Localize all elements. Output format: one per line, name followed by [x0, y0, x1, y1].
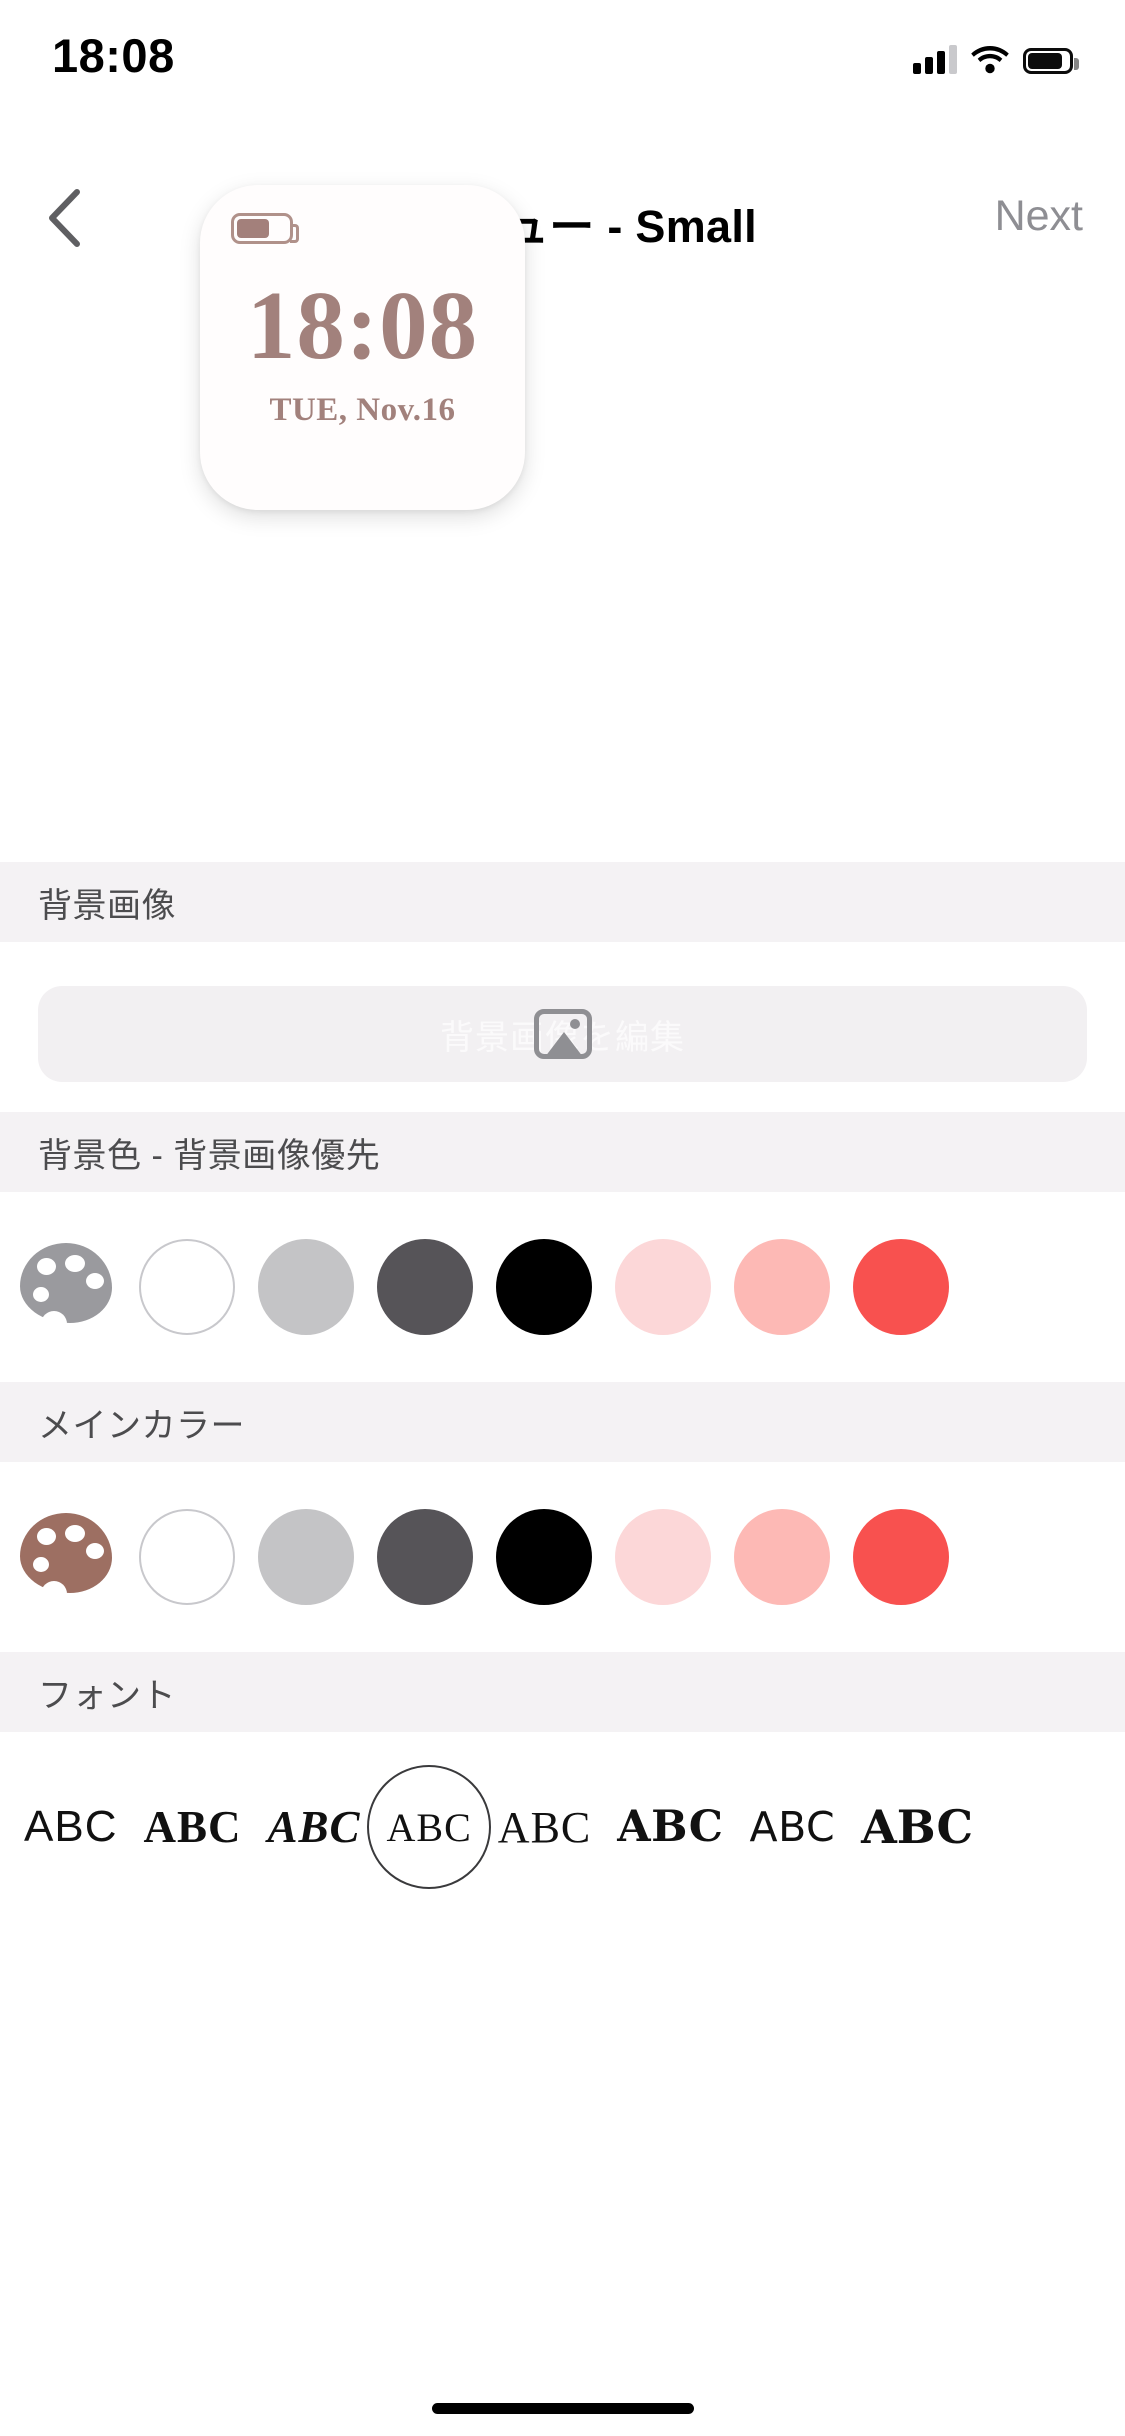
- font-sample-label: ABC: [143, 1802, 242, 1852]
- color-swatch-dark-gray[interactable]: [377, 1239, 473, 1335]
- color-swatch-pale-pink[interactable]: [615, 1239, 711, 1335]
- section-title-background-image: 背景画像: [38, 886, 176, 925]
- main-color-swatch-row[interactable]: [0, 1462, 1125, 1652]
- color-swatch-soft-pink[interactable]: [734, 1509, 830, 1605]
- font-sample-font-serif-bold[interactable]: ABC: [143, 1762, 241, 1892]
- wifi-icon: [971, 46, 1009, 74]
- font-sample-row[interactable]: ABC ABC ABC ABC ABC ABC ABC ABC: [0, 1732, 1125, 1922]
- widget-date: TUE, Nov.16: [269, 392, 456, 428]
- font-sample-font-display-heavy[interactable]: ABC: [861, 1762, 973, 1892]
- font-sample-label: ABC: [497, 1802, 592, 1852]
- color-swatch-white[interactable]: [139, 1239, 235, 1335]
- color-swatch-black[interactable]: [496, 1509, 592, 1605]
- section-header-background-color: 背景色 - 背景画像優先: [0, 1112, 1125, 1192]
- background-color-swatch-row[interactable]: [0, 1192, 1125, 1382]
- color-swatch-light-gray[interactable]: [258, 1239, 354, 1335]
- battery-icon: [1023, 48, 1079, 74]
- section-title-main-color: メインカラー: [38, 1406, 245, 1445]
- section-header-background-image: 背景画像: [0, 862, 1125, 942]
- color-swatch-pale-pink[interactable]: [615, 1509, 711, 1605]
- color-swatch-white[interactable]: [139, 1509, 235, 1605]
- edit-background-image-button[interactable]: 背景画像を編集: [38, 986, 1087, 1082]
- status-bar-icons: [913, 36, 1079, 74]
- color-swatch-dark-gray[interactable]: [377, 1509, 473, 1605]
- navigation-bar: プレビュー - Small Next: [0, 160, 1125, 280]
- color-swatch-soft-pink[interactable]: [734, 1239, 830, 1335]
- palette-icon[interactable]: [20, 1513, 116, 1607]
- section-header-font: フォント: [0, 1652, 1125, 1732]
- font-sample-label: ABC: [861, 1800, 974, 1854]
- section-title-font: フォント: [38, 1676, 176, 1715]
- color-swatch-black[interactable]: [496, 1239, 592, 1335]
- font-sample-label: ABC: [24, 1802, 118, 1851]
- palette-icon[interactable]: [20, 1243, 116, 1337]
- font-sample-font-grotesk[interactable]: ABC: [750, 1762, 836, 1892]
- status-bar-time: 18:08: [52, 29, 175, 82]
- font-sample-label: ABC: [749, 1803, 836, 1851]
- widget-battery-icon: [231, 213, 299, 244]
- section-header-main-color: メインカラー: [0, 1382, 1125, 1462]
- font-sample-font-serif-light[interactable]: ABC: [498, 1762, 591, 1892]
- section-title-background-color: 背景色 - 背景画像優先: [38, 1136, 381, 1175]
- background-image-row: 背景画像を編集: [0, 942, 1125, 1126]
- font-sample-font-slab-bold[interactable]: ABC: [617, 1762, 723, 1892]
- color-swatch-light-gray[interactable]: [258, 1509, 354, 1605]
- cellular-signal-icon: [913, 44, 957, 74]
- color-swatch-coral-red[interactable]: [853, 1239, 949, 1335]
- font-sample-label: ABC: [267, 1802, 361, 1852]
- font-sample-label: ABC: [386, 1804, 472, 1850]
- status-bar: 18:08: [0, 0, 1125, 132]
- widget-editor-screen: 18:08 プレビュー - Small Next 18:08 TUE, Nov.…: [0, 0, 1125, 2436]
- home-indicator: [431, 2403, 694, 2414]
- next-button[interactable]: Next: [995, 192, 1083, 241]
- widget-preview-area: 18:08 TUE, Nov.16: [0, 185, 1125, 670]
- widget-time: 18:08: [246, 272, 479, 379]
- color-swatch-coral-red[interactable]: [853, 1509, 949, 1605]
- font-sample-font-serif-regular[interactable]: ABC: [387, 1762, 472, 1892]
- font-sample-font-sans[interactable]: ABC: [24, 1762, 117, 1892]
- font-sample-label: ABC: [617, 1802, 724, 1852]
- page-title: プレビュー - Small: [368, 201, 757, 252]
- widget-preview-card[interactable]: 18:08 TUE, Nov.16: [200, 185, 525, 510]
- photo-placeholder-icon: [533, 1009, 592, 1059]
- font-sample-font-serif-italic[interactable]: ABC: [268, 1762, 361, 1892]
